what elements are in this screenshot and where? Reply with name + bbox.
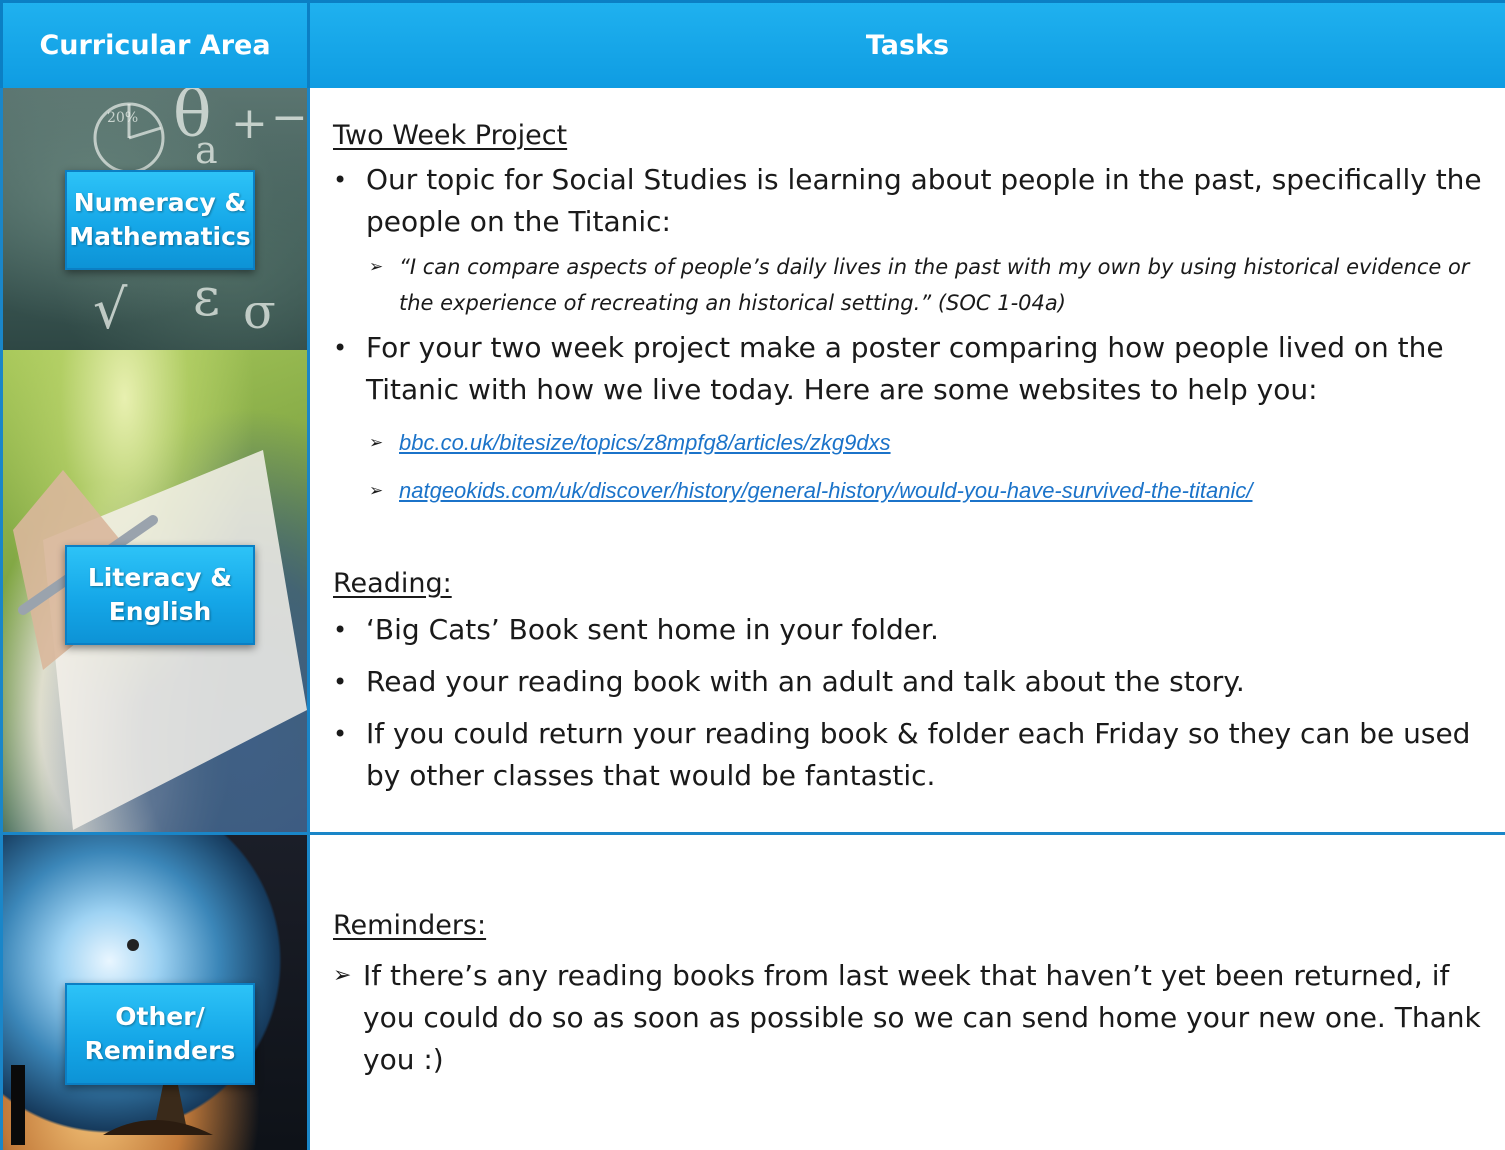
reminders-heading: Reminders: [333, 910, 487, 941]
reading-item: If you could return your reading book & … [333, 713, 1498, 797]
chalk-pie-icon [93, 102, 165, 174]
chalk-root: √ [93, 278, 128, 341]
curricular-area-column: θ + − a √ ε σ 20% Numeracy & Mathematics… [0, 88, 310, 1150]
project-list: Our topic for Social Studies is learning… [333, 159, 1498, 243]
project-quote-text: “I can compare aspects of people’s daily… [399, 255, 1470, 315]
project-bullet-topic: Our topic for Social Studies is learning… [333, 159, 1498, 243]
header-tasks: Tasks [310, 0, 1505, 88]
reading-item-text: If you could return your reading book & … [366, 717, 1471, 792]
chalk-plus: + [231, 98, 268, 149]
other-globe-image: Other/ Reminders [3, 835, 307, 1150]
reminder-item: If there’s any reading books from last w… [333, 955, 1483, 1081]
reading-item: Read your reading book with an adult and… [333, 661, 1498, 703]
reading-heading: Reading: [333, 568, 452, 599]
reading-item-text: ‘Big Cats’ Book sent home in your folder… [366, 613, 939, 646]
badge-numeracy-mathematics: Numeracy & Mathematics [65, 170, 255, 270]
header-curricular-area: Curricular Area [0, 0, 307, 88]
badge-literacy-english: Literacy & English [65, 545, 255, 645]
chalk-epsilon: ε [193, 268, 220, 328]
project-bullet-poster-text: For your two week project make a poster … [366, 331, 1444, 406]
project-bullet-topic-text: Our topic for Social Studies is learning… [366, 163, 1482, 238]
project-bullet-poster: For your two week project make a poster … [333, 327, 1498, 411]
badge-other-reminders: Other/ Reminders [65, 983, 255, 1085]
project-list-2: For your two week project make a poster … [333, 327, 1498, 411]
project-section: Two Week Project Our topic for Social St… [333, 120, 1498, 515]
reading-item: ‘Big Cats’ Book sent home in your folder… [333, 609, 1498, 651]
project-quote-item: “I can compare aspects of people’s daily… [333, 249, 1498, 321]
math-chalkboard-image: θ + − a √ ε σ 20% Numeracy & Mathematics [3, 88, 307, 350]
reading-list: ‘Big Cats’ Book sent home in your folder… [333, 609, 1498, 797]
link-item-bbc: bbc.co.uk/bitesize/topics/z8mpfg8/articl… [333, 419, 1498, 467]
literacy-reading-image: Literacy & English [3, 350, 307, 832]
project-links: bbc.co.uk/bitesize/topics/z8mpfg8/articl… [333, 419, 1498, 515]
reminders-section: Reminders: If there’s any reading books … [333, 910, 1483, 1081]
link-item-natgeo: natgeokids.com/uk/discover/history/gener… [333, 467, 1498, 515]
header-right-title: Tasks [865, 30, 950, 61]
chalk-minus: − [271, 92, 307, 143]
reminder-item-text: If there’s any reading books from last w… [363, 959, 1481, 1076]
link-natgeokids[interactable]: natgeokids.com/uk/discover/history/gener… [399, 478, 1253, 503]
chalk-sigma: σ [243, 284, 276, 340]
chalk-a: a [195, 128, 218, 172]
homework-grid: Curricular Area Tasks θ + − a √ ε σ 20% … [0, 0, 1505, 1150]
header-left-title: Curricular Area [39, 30, 271, 61]
reading-item-text: Read your reading book with an adult and… [366, 665, 1245, 698]
right-row-separator [310, 832, 1505, 835]
reading-section: Reading: ‘Big Cats’ Book sent home in yo… [333, 568, 1498, 797]
project-quote-list: “I can compare aspects of people’s daily… [333, 249, 1498, 321]
link-bbc-bitesize[interactable]: bbc.co.uk/bitesize/topics/z8mpfg8/articl… [399, 430, 891, 455]
project-heading: Two Week Project [333, 120, 568, 151]
